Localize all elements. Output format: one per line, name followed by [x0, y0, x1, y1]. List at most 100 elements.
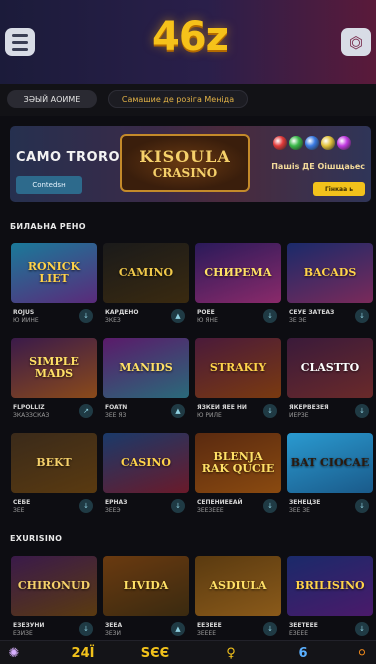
- game-card[interactable]: SIMPLE MADS FLPOLLIZ ЗКАЗЗСКАЗ ↗: [11, 338, 97, 426]
- user-icon: ⏣: [349, 32, 363, 52]
- game-name: FOATN: [105, 404, 128, 411]
- play-icon[interactable]: ↓: [263, 622, 277, 636]
- banner-ball: [305, 136, 319, 150]
- game-card[interactable]: RONICK LIET ROJUS Ю ИИНE ↓: [11, 243, 97, 331]
- banner-right-button[interactable]: Гінкаа ь: [313, 182, 365, 196]
- bottom-nav-item[interactable]: ⚪: [354, 643, 370, 663]
- game-thumbnail[interactable]: СНИРЕМА: [195, 243, 281, 303]
- play-icon[interactable]: ↓: [263, 499, 277, 513]
- play-icon[interactable]: ▲: [171, 309, 185, 323]
- game-thumbnail[interactable]: MANIDS: [103, 338, 189, 398]
- game-thumbnail[interactable]: BRILISINO: [287, 556, 373, 616]
- game-thumbnail-title: STRAKIY: [209, 361, 267, 375]
- game-name: ЗЕНЕЦЗЕ: [289, 499, 321, 506]
- game-thumbnail[interactable]: ASDIULA: [195, 556, 281, 616]
- game-meta: СЕУЕ ЗАТЕАЗ ЗЕ ЭЕ ↓: [287, 303, 373, 331]
- game-name: FLPOLLIZ: [13, 404, 45, 411]
- game-name: ЕРНАЗ: [105, 499, 128, 506]
- game-card[interactable]: BLENJA RAK QUCIE СЕПЕНИЕЕАЙ ЗЕЕЗЕЕЕ ↓: [195, 433, 281, 521]
- game-meta: FOATN ЗЕЕ ЯЗ ▲: [103, 398, 189, 426]
- game-meta: СЕПЕНИЕЕАЙ ЗЕЕЗЕЕЕ ↓: [195, 493, 281, 521]
- game-card[interactable]: BEKT СЕБЕ ЗЕЕ ↓: [11, 433, 97, 521]
- game-thumbnail[interactable]: BEKT: [11, 433, 97, 493]
- play-icon[interactable]: ▲: [171, 404, 185, 418]
- bottom-nav-item[interactable]: ЅЄЄ: [138, 643, 172, 663]
- game-thumbnail-title: CLASTTO: [300, 361, 360, 375]
- game-thumbnail[interactable]: LIVIDA: [103, 556, 189, 616]
- play-icon[interactable]: ↓: [171, 499, 185, 513]
- game-meta: СЕБЕ ЗЕЕ ↓: [11, 493, 97, 521]
- game-thumbnail-title: CHIRONUD: [17, 579, 91, 593]
- game-thumbnail-title: LIVIDA: [123, 579, 169, 593]
- game-card[interactable]: BACADS СЕУЕ ЗАТЕАЗ ЗЕ ЭЕ ↓: [287, 243, 373, 331]
- game-card[interactable]: BAT CIOCAE ЗЕНЕЦЗЕ ЗЕЕ ЗЕ ↓: [287, 433, 373, 521]
- game-card[interactable]: CAMINO КАРДЕНО ЗКЕЗ ▲: [103, 243, 189, 331]
- game-name: ЯКЕРВЕЗЕЯ: [289, 404, 329, 411]
- game-meta: ЯЗКЕИ ЯЕЕ НИ Ю РИЛЕ ↓: [195, 398, 281, 426]
- game-thumbnail[interactable]: BACADS: [287, 243, 373, 303]
- banner-left-title: CAMO TRORO: [16, 150, 121, 165]
- section-title-second: EXURISINO: [10, 534, 63, 543]
- game-provider: ЗКАЗЗСКАЗ: [13, 412, 50, 419]
- game-name: ЕЕЗЕЕЕ: [197, 622, 222, 629]
- bottom-nav: ✺ 24Ї ЅЄЄ ♀ 6 ⚪: [0, 640, 376, 664]
- play-icon[interactable]: ↓: [79, 499, 93, 513]
- game-card[interactable]: CASINO ЕРНАЗ ЗЕЕЭ ↓: [103, 433, 189, 521]
- game-card[interactable]: CLASTTO ЯКЕРВЕЗЕЯ ИЕРЗЕ ↓: [287, 338, 373, 426]
- play-icon[interactable]: ↓: [355, 622, 369, 636]
- game-provider: ЗЕ ЭЕ: [289, 317, 307, 324]
- banner-left-cta[interactable]: Contеdsн: [16, 176, 82, 194]
- play-icon[interactable]: ↓: [79, 622, 93, 636]
- game-thumbnail[interactable]: RONICK LIET: [11, 243, 97, 303]
- promo-banner[interactable]: CAMO TRORO Contеdsн KISOULA CRASINO Паші…: [10, 126, 371, 202]
- play-icon[interactable]: ▲: [171, 622, 185, 636]
- site-logo[interactable]: 46z: [145, 14, 235, 64]
- game-card[interactable]: MANIDS FOATN ЗЕЕ ЯЗ ▲: [103, 338, 189, 426]
- bottom-nav-item[interactable]: 24Ї: [66, 643, 100, 663]
- section-title-first: БИЛАЬНА РЕНО: [10, 222, 86, 231]
- top-tabs: ЗӘЫЙ АОИМЕ Самашие де розіга Меніда: [0, 84, 376, 116]
- play-icon[interactable]: ↓: [263, 404, 277, 418]
- banner-center-line1: KISOULA: [139, 146, 231, 166]
- game-name: ЯЗКЕИ ЯЕЕ НИ: [197, 404, 247, 411]
- game-thumbnail[interactable]: BLENJA RAK QUCIE: [195, 433, 281, 493]
- banner-ball: [273, 136, 287, 150]
- game-card[interactable]: CHIRONUD ЕЗЕЗУНИ ЕЗИЗЕ ↓: [11, 556, 97, 644]
- bottom-nav-item[interactable]: 6: [286, 643, 320, 663]
- game-thumbnail[interactable]: CLASTTO: [287, 338, 373, 398]
- game-thumbnail-title: RONICK LIET: [27, 260, 81, 285]
- game-meta: КАРДЕНО ЗКЕЗ ▲: [103, 303, 189, 331]
- game-name: ROJUS: [13, 309, 35, 316]
- game-thumbnail[interactable]: SIMPLE MADS: [11, 338, 97, 398]
- game-card[interactable]: ASDIULA ЕЕЗЕЕЕ ЗЕЕЕЕ ↓: [195, 556, 281, 644]
- game-thumbnail[interactable]: CHIRONUD: [11, 556, 97, 616]
- game-name: ЗЕЕА: [105, 622, 123, 629]
- menu-button[interactable]: [5, 28, 35, 56]
- play-icon[interactable]: ↓: [355, 499, 369, 513]
- game-provider: ЗКЕЗ: [105, 317, 121, 324]
- game-thumbnail[interactable]: BAT CIOCAE: [287, 433, 373, 493]
- play-icon[interactable]: ↓: [79, 309, 93, 323]
- game-card[interactable]: STRAKIY ЯЗКЕИ ЯЕЕ НИ Ю РИЛЕ ↓: [195, 338, 281, 426]
- game-thumbnail[interactable]: STRAKIY: [195, 338, 281, 398]
- game-thumbnail-title: BEKT: [36, 456, 72, 470]
- bottom-nav-item[interactable]: ♀: [214, 643, 248, 663]
- tab-primary[interactable]: ЗӘЫЙ АОИМЕ: [7, 90, 97, 108]
- game-name: КАРДЕНО: [105, 309, 139, 316]
- game-card[interactable]: BRILISINO ЗЕЕТЕЕЕ ЕЗЕЕЕ ↓: [287, 556, 373, 644]
- bottom-nav-item[interactable]: ✺: [6, 643, 22, 663]
- game-provider: ЗЕЗИ: [105, 630, 121, 637]
- game-thumbnail[interactable]: CASINO: [103, 433, 189, 493]
- game-thumbnail[interactable]: CAMINO: [103, 243, 189, 303]
- profile-button[interactable]: ⏣: [341, 28, 371, 56]
- play-icon[interactable]: ↓: [355, 309, 369, 323]
- play-icon[interactable]: ↓: [355, 404, 369, 418]
- play-icon[interactable]: ↓: [263, 309, 277, 323]
- play-icon[interactable]: ↗: [79, 404, 93, 418]
- tab-secondary[interactable]: Самашие де розіга Меніда: [108, 90, 248, 108]
- game-card[interactable]: LIVIDA ЗЕЕА ЗЕЗИ ▲: [103, 556, 189, 644]
- game-meta: ЕРНАЗ ЗЕЕЭ ↓: [103, 493, 189, 521]
- banner-balls: [273, 136, 351, 150]
- game-card[interactable]: СНИРЕМА РОЕЕ Ю ЯНЕ ↓: [195, 243, 281, 331]
- game-name: СЕБЕ: [13, 499, 31, 506]
